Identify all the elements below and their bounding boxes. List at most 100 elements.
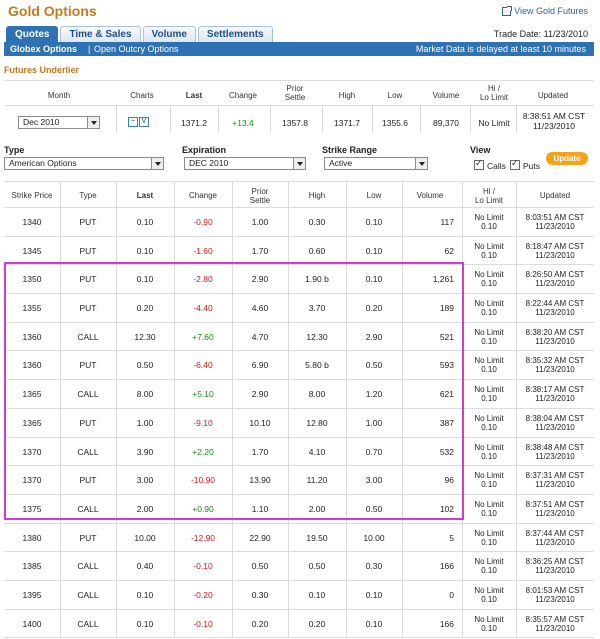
header-type: Type xyxy=(79,191,97,200)
cell-low: 0.50 xyxy=(365,503,383,514)
cell-strike: 1385 xyxy=(22,561,42,572)
strike-range-select[interactable]: Active xyxy=(324,157,428,170)
cell-hl: No Limit 0.10 xyxy=(474,385,504,404)
options-table-body: 1340 PUT 0.10 -0.90 1.00 0.30 0.10 117 No Limit … xyxy=(4,208,594,639)
cell-low: 10.00 xyxy=(363,532,385,543)
cell-prior-settle: 0.30 xyxy=(251,589,269,600)
table-row: 1370 CALL 3.90 +2.20 1.70 4.10 0.70 532 No Limit… xyxy=(4,438,594,467)
futures-header-hilo: Hi / Lo Limit xyxy=(479,84,508,102)
chevron-down-icon xyxy=(293,158,305,169)
cell-high: 19.50 xyxy=(306,532,328,543)
cell-strike: 1370 xyxy=(22,446,42,457)
open-outcry-options-link[interactable]: Open Outcry Options xyxy=(94,42,179,56)
cell-prior-settle: 4.70 xyxy=(251,331,269,342)
table-row: 1360 CALL 12.30 +7.60 4.70 12.30 2.90 521 No Lim… xyxy=(4,323,594,352)
table-row: 1380 PUT 10.00 -12.90 22.90 19.50 10.00 5 No Lim… xyxy=(4,524,594,553)
cell-high: 12.80 xyxy=(306,417,328,428)
cell-change: -4.40 xyxy=(193,303,213,314)
cell-type: CALL xyxy=(77,503,99,514)
type-select[interactable]: American Options xyxy=(4,157,164,170)
cell-last: 0.20 xyxy=(136,303,154,314)
calls-checkbox[interactable] xyxy=(474,158,484,170)
cell-last: 2.00 xyxy=(136,503,154,514)
futures-header-change: Change xyxy=(228,91,258,100)
cell-vol: 102 xyxy=(439,503,454,514)
tab-volume[interactable]: Volume xyxy=(142,26,196,42)
futures-col-divider xyxy=(218,105,219,133)
cell-high: 0.20 xyxy=(308,618,326,629)
grid-col-divider xyxy=(288,181,289,639)
cell-prior-settle: 0.50 xyxy=(251,561,269,572)
line-chart-icon[interactable]: ~ xyxy=(128,117,138,127)
cell-change: -12.90 xyxy=(190,532,216,543)
cell-upd: 8:26:50 AM CST 11/23/2010 xyxy=(525,270,585,289)
cell-change: +7.60 xyxy=(192,331,214,342)
cell-vol: 62 xyxy=(444,245,454,256)
globex-options-link[interactable]: Globex Options xyxy=(10,42,77,56)
table-row: 1395 CALL 0.10 -0.20 0.30 0.10 0.10 0 No Limit 0… xyxy=(4,581,594,610)
cell-strike: 1360 xyxy=(22,360,42,371)
cell-upd: 8:22:44 AM CST 11/23/2010 xyxy=(525,299,585,318)
cell-prior-settle: 13.90 xyxy=(249,475,271,486)
tab-quotes[interactable]: Quotes xyxy=(6,26,59,42)
cell-upd: 8:37:44 AM CST 11/23/2010 xyxy=(525,528,585,547)
view-gold-futures-label: View Gold Futures xyxy=(514,6,588,16)
futures-col-divider xyxy=(270,105,271,133)
table-row: 1340 PUT 0.10 -0.90 1.00 0.30 0.10 117 No Limit … xyxy=(4,208,594,237)
tab-time-sales[interactable]: Time & Sales xyxy=(60,26,141,42)
cell-low: 0.70 xyxy=(365,446,383,457)
table-row: 1385 CALL 0.40 -0.10 0.50 0.50 0.30 166 No Limit… xyxy=(4,552,594,581)
puts-checkbox-label: Puts xyxy=(523,161,541,171)
cell-vol: 593 xyxy=(439,360,454,371)
sub-navigation: Globex Options | Open Outcry Options Mar… xyxy=(4,42,594,56)
cell-high: 0.10 xyxy=(308,589,326,600)
view-gold-futures-link[interactable]: View Gold Futures xyxy=(502,5,588,16)
futures-divider xyxy=(4,105,594,106)
cell-prior-settle: 0.20 xyxy=(251,618,269,629)
header-change: Change xyxy=(188,191,218,200)
expiration-select-value: DEC 2010 xyxy=(189,158,229,168)
table-row: 1365 CALL 8.00 +5.10 2.90 8.00 1.20 621 No Limit… xyxy=(4,380,594,409)
cell-hl: No Limit 0.10 xyxy=(474,585,504,604)
cell-strike: 1365 xyxy=(22,417,42,428)
cell-change: -0.20 xyxy=(193,589,213,600)
tab-settlements[interactable]: Settlements xyxy=(197,26,273,42)
futures-col-divider xyxy=(116,105,117,133)
cell-strike: 1360 xyxy=(22,331,42,342)
futures-underlier-table: Month Charts Last Change Prior Settle Hi… xyxy=(4,80,594,135)
futures-header-low: Low xyxy=(387,91,403,100)
cell-upd: 8:38:04 AM CST 11/23/2010 xyxy=(525,413,585,432)
cell-strike: 1400 xyxy=(22,618,42,629)
cell-prior-settle: 22.90 xyxy=(249,532,271,543)
month-select[interactable]: Dec 2010 xyxy=(18,116,100,129)
cell-hl: No Limit 0.10 xyxy=(474,356,504,375)
futures-updated: 8:38:51 AM CST 11/23/2010 xyxy=(522,111,586,131)
title-bar: Gold Options View Gold Futures xyxy=(0,0,600,24)
options-table-header: Strike Price Type Last Change Prior Sett… xyxy=(4,181,594,208)
cell-prior-settle: 1.10 xyxy=(251,503,269,514)
view-label: View xyxy=(470,145,491,155)
expiration-select[interactable]: DEC 2010 xyxy=(184,157,306,170)
cell-vol: 5 xyxy=(449,532,454,543)
cell-last: 0.10 xyxy=(136,245,154,256)
puts-checkbox[interactable] xyxy=(510,158,520,170)
futures-header-high: High xyxy=(338,91,356,100)
cell-vol: 1,261 xyxy=(432,274,454,285)
cell-vol: 521 xyxy=(439,331,454,342)
expiration-label: Expiration xyxy=(182,145,227,155)
cell-prior-settle: 2.90 xyxy=(251,389,269,400)
header-volume: Volume xyxy=(416,191,444,200)
cell-upd: 8:38:17 AM CST 11/23/2010 xyxy=(525,385,585,404)
cell-type: CALL xyxy=(77,446,99,457)
grid-col-divider xyxy=(402,181,403,639)
futures-prior-settle: 1357.8 xyxy=(282,118,308,128)
cell-type: PUT xyxy=(79,532,97,543)
cell-prior-settle: 6.90 xyxy=(251,360,269,371)
cell-last: 0.10 xyxy=(136,618,154,629)
cell-last: 12.30 xyxy=(134,331,156,342)
header-high: High xyxy=(308,191,326,200)
update-button[interactable]: Update xyxy=(546,152,588,165)
cell-strike: 1380 xyxy=(22,532,42,543)
cell-upd: 8:37:31 AM CST 11/23/2010 xyxy=(525,471,585,490)
volume-chart-icon[interactable]: V xyxy=(139,117,149,127)
